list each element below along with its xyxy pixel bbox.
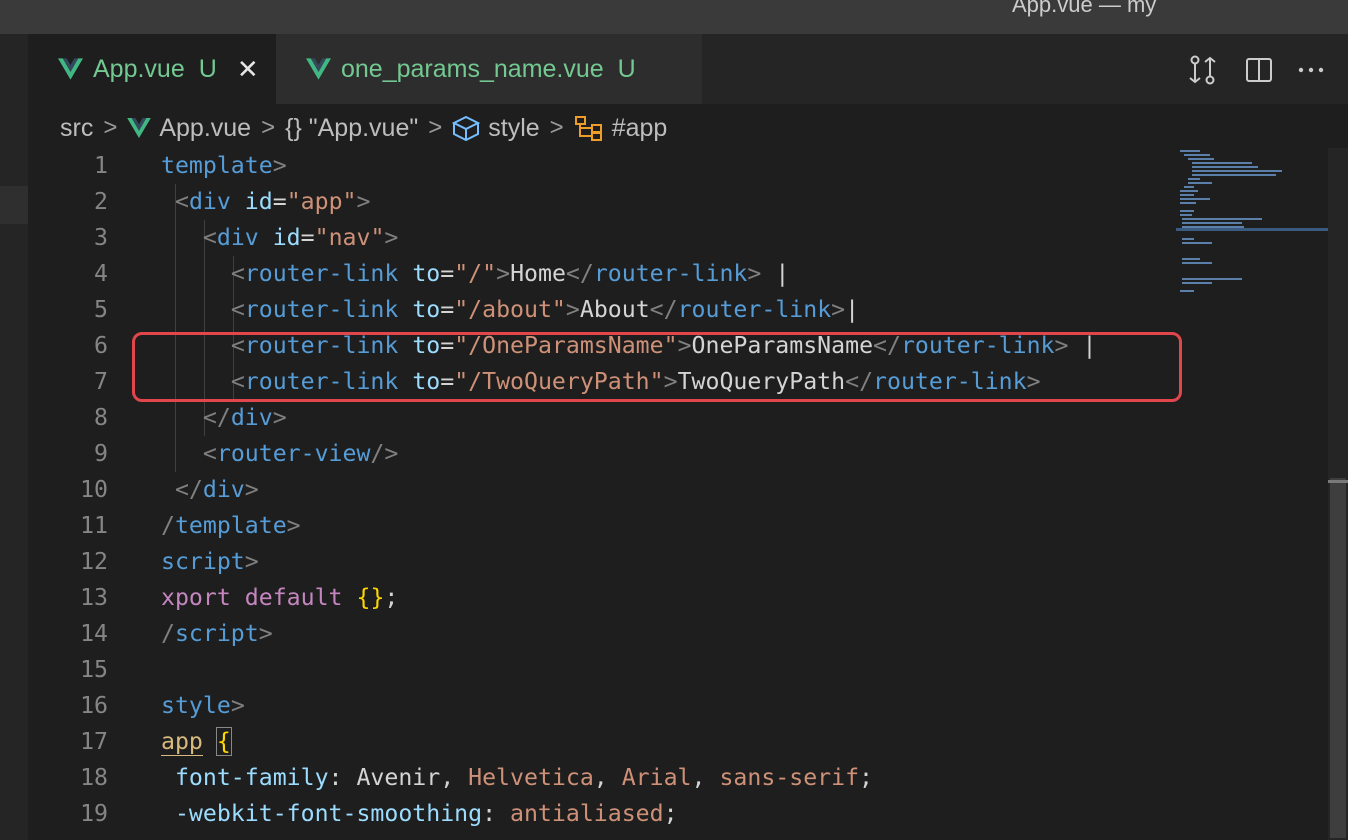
- code-line: 18 font-family: Avenir, Helvetica, Arial…: [28, 760, 1328, 796]
- code-line: 5 <router-link to="/about">About</router…: [28, 292, 1328, 328]
- tab-one-params-name-vue[interactable]: one_params_name.vue U: [276, 34, 702, 104]
- vue-icon: [127, 118, 152, 138]
- line-number: 11: [80, 512, 108, 539]
- line-number: 17: [80, 728, 108, 755]
- close-icon[interactable]: ✕: [237, 54, 259, 85]
- vue-icon: [306, 58, 331, 80]
- vertical-scrollbar[interactable]: [1328, 148, 1348, 840]
- line-number: 7: [94, 368, 108, 395]
- minimap[interactable]: [1176, 148, 1328, 308]
- more-actions-icon[interactable]: [1296, 54, 1326, 86]
- vue-icon: [58, 58, 83, 80]
- editor-tab-bar: App.vue U ✕ one_params_name.vue U: [28, 34, 1348, 104]
- chevron-right-icon: >: [428, 114, 443, 141]
- breadcrumb-symbol[interactable]: #app: [612, 114, 668, 143]
- code-text: <router-link to="/about">About</router-l…: [230, 296, 860, 323]
- line-number: 10: [80, 476, 108, 503]
- code-line: 8 </div>: [28, 400, 1328, 436]
- code-text: font-family: Avenir, Helvetica, Arial, s…: [174, 764, 874, 791]
- scrollbar-thumb[interactable]: [1330, 478, 1346, 838]
- code-text: <router-view/>: [202, 440, 399, 467]
- line-number: 3: [94, 224, 108, 251]
- chevron-right-icon: >: [103, 114, 118, 141]
- breadcrumb-section[interactable]: {} "App.vue": [285, 114, 418, 143]
- line-number: 16: [80, 692, 108, 719]
- breadcrumb-block[interactable]: style: [488, 114, 539, 143]
- code-editor[interactable]: 1 template> 2 <div id="app"> 3 <div id="…: [28, 148, 1328, 840]
- breadcrumb: src > App.vue > {} "App.vue" > style > #…: [60, 108, 667, 148]
- code-line: 17 app {: [28, 724, 1328, 760]
- line-number: 12: [80, 548, 108, 575]
- title-bar: App.vue — my: [0, 0, 1348, 34]
- code-text: <div id="app">: [174, 188, 371, 215]
- line-number: 13: [80, 584, 108, 611]
- chevron-right-icon: >: [261, 114, 276, 141]
- line-number: 8: [94, 404, 108, 431]
- scrollbar-cursor-marker: [1328, 480, 1348, 483]
- open-changes-icon[interactable]: [1188, 54, 1218, 86]
- code-line: 19 -webkit-font-smoothing: antialiased;: [28, 796, 1328, 832]
- code-line: 9 <router-view/>: [28, 436, 1328, 472]
- breadcrumb-file[interactable]: App.vue: [159, 114, 251, 143]
- highlight-annotation: [132, 332, 1182, 402]
- tab-label: App.vue: [93, 54, 185, 83]
- code-text: </div>: [202, 404, 287, 431]
- code-line: 15: [28, 652, 1328, 688]
- code-line: 1 template>: [28, 148, 1328, 184]
- code-line: 16 style>: [28, 688, 1328, 724]
- code-text: </div>: [174, 476, 259, 503]
- line-number: 18: [80, 764, 108, 791]
- chevron-right-icon: >: [549, 114, 564, 141]
- untracked-badge: U: [617, 54, 636, 83]
- code-line: 14 /script>: [28, 616, 1328, 652]
- line-number: 1: [94, 152, 108, 179]
- line-number: 9: [94, 440, 108, 467]
- code-text: <div id="nav">: [202, 224, 399, 251]
- tab-label: one_params_name.vue: [341, 54, 604, 83]
- code-text: script>: [161, 548, 259, 575]
- breadcrumb-src[interactable]: src: [60, 114, 93, 143]
- line-number: 2: [94, 188, 108, 215]
- code-text: /template>: [161, 512, 301, 539]
- activity-bar-item[interactable]: [0, 186, 28, 224]
- code-line: 11 /template>: [28, 508, 1328, 544]
- code-line: 3 <div id="nav">: [28, 220, 1328, 256]
- line-number: 19: [80, 800, 108, 827]
- tab-app-vue[interactable]: App.vue U ✕: [28, 34, 276, 104]
- code-text: template>: [161, 152, 287, 179]
- code-text: style>: [161, 692, 245, 719]
- line-number: 15: [80, 656, 108, 683]
- code-line: 12 script>: [28, 544, 1328, 580]
- line-number: 14: [80, 620, 108, 647]
- code-text: -webkit-font-smoothing: antialiased;: [174, 800, 678, 827]
- activity-bar: [0, 34, 28, 840]
- untracked-badge: U: [198, 54, 217, 83]
- line-number: 4: [94, 260, 108, 287]
- code-line: 10 </div>: [28, 472, 1328, 508]
- split-editor-icon[interactable]: [1244, 54, 1274, 86]
- line-number: 6: [94, 332, 108, 359]
- code-text: xport default {};: [161, 584, 399, 611]
- cube-icon: [452, 115, 481, 141]
- code-line: 2 <div id="app">: [28, 184, 1328, 220]
- code-text: app {: [161, 727, 232, 756]
- code-text: <router-link to="/">Home</router-link> |: [230, 260, 790, 287]
- code-line: 13 xport default {};: [28, 580, 1328, 616]
- symbol-icon: [574, 115, 604, 141]
- window-title: App.vue — my: [1012, 0, 1157, 17]
- code-text: /script>: [161, 620, 273, 647]
- code-line: 4 <router-link to="/">Home</router-link>…: [28, 256, 1328, 292]
- line-number: 5: [94, 296, 108, 323]
